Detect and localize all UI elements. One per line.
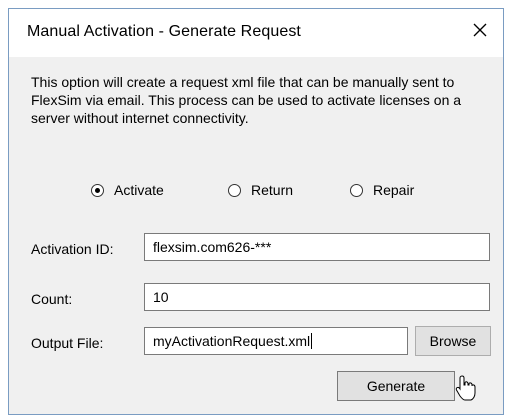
count-label: Count: <box>31 291 73 307</box>
radio-activate-label: Activate <box>114 182 164 198</box>
radio-return[interactable]: Return <box>228 182 293 198</box>
generate-button[interactable]: Generate <box>337 371 455 401</box>
activation-id-input[interactable]: flexsim.com626-*** <box>144 233 490 261</box>
title-bar: Manual Activation - Generate Request <box>9 9 503 57</box>
count-value: 10 <box>153 289 169 305</box>
radio-activate-indicator[interactable] <box>91 183 104 197</box>
radio-return-label: Return <box>251 182 294 198</box>
close-icon[interactable] <box>469 19 491 41</box>
description-text: This option will create a request xml fi… <box>31 74 462 126</box>
mouse-cursor-icon <box>455 375 476 401</box>
text-caret <box>311 333 313 349</box>
output-file-label: Output File: <box>31 335 104 351</box>
activation-dialog: Manual Activation - Generate Request Thi… <box>8 8 504 415</box>
count-input[interactable]: 10 <box>144 283 490 311</box>
action-radio-group: Activate Return Repair <box>9 182 503 204</box>
radio-repair-label: Repair <box>373 182 415 198</box>
radio-return-indicator[interactable] <box>228 183 241 197</box>
output-file-input[interactable]: myActivationRequest.xml <box>144 327 408 355</box>
radio-activate[interactable]: Activate <box>91 182 164 198</box>
activation-id-label: Activation ID: <box>31 241 114 257</box>
browse-button[interactable]: Browse <box>415 326 491 356</box>
window-title: Manual Activation - Generate Request <box>27 23 301 40</box>
output-file-value: myActivationRequest.xml <box>153 333 311 349</box>
activation-id-value: flexsim.com626-*** <box>153 239 272 255</box>
radio-repair-indicator[interactable] <box>350 183 363 197</box>
radio-repair[interactable]: Repair <box>350 182 414 198</box>
